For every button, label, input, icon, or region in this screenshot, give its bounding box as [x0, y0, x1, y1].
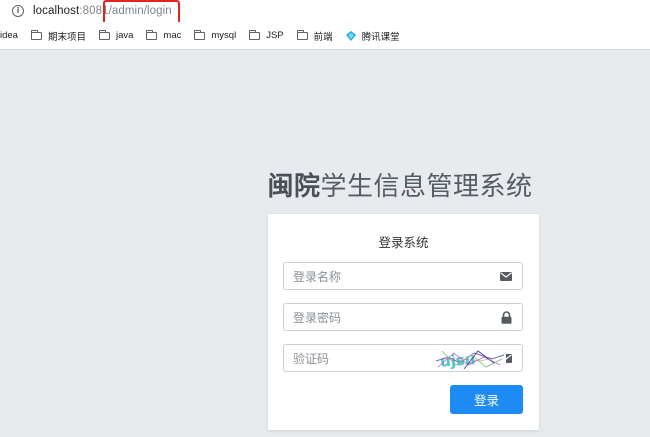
bookmark-label: 前端 — [313, 31, 333, 43]
bookmark-label: 腾讯课堂 — [361, 31, 400, 43]
bookmark-label: mysql — [211, 30, 237, 41]
login-panel: 登录系统 登录名称 登录密码 验证码 ujsu 登录 — [268, 214, 539, 430]
bookmark-folder-frontend[interactable]: 前端 — [296, 29, 333, 43]
bookmark-folder-mysql[interactable]: mysql — [194, 29, 237, 41]
folder-icon — [296, 29, 308, 40]
login-button[interactable]: 登录 — [450, 385, 523, 414]
panel-title: 登录系统 — [378, 236, 429, 250]
folder-icon — [146, 29, 158, 40]
password-field[interactable]: 登录密码 — [283, 303, 523, 331]
password-placeholder: 登录密码 — [293, 310, 342, 325]
bookmark-tencent-classroom[interactable]: 腾讯课堂 — [345, 29, 400, 43]
bookmarks-bar: idea 期末项目 java mac mysql JSP 前端 腾讯课堂 — [0, 22, 650, 50]
envelope-icon — [499, 269, 513, 283]
system-title-rest: 学生信息管理系统 — [320, 171, 533, 201]
tencent-classroom-icon — [345, 30, 356, 41]
bookmark-folder-java[interactable]: java — [98, 29, 134, 41]
address-bar[interactable]: i localhost:8081/admin/login — [0, 0, 650, 22]
bookmark-label: idea — [0, 30, 18, 41]
bookmark-folder-jsp[interactable]: JSP — [249, 29, 284, 41]
username-field[interactable]: 登录名称 — [283, 262, 523, 290]
bookmark-idea[interactable]: idea — [0, 30, 18, 41]
system-title-strong: 闽院 — [267, 171, 321, 201]
captcha-image[interactable]: ujsu — [434, 347, 506, 371]
bookmark-folder-project[interactable]: 期末项目 — [30, 29, 86, 43]
system-title: 闽院学生信息管理系统 — [0, 166, 650, 203]
bookmark-label: JSP — [266, 30, 284, 41]
captcha-field[interactable]: 验证码 ujsu — [283, 344, 523, 372]
folder-icon — [249, 29, 261, 40]
folder-icon — [194, 29, 206, 40]
info-icon[interactable]: i — [12, 5, 24, 17]
bookmark-folder-mac[interactable]: mac — [146, 29, 182, 41]
url-host: localhost — [33, 5, 80, 17]
lock-icon — [499, 310, 513, 324]
bookmark-label: mac — [163, 30, 182, 41]
folder-icon — [30, 29, 42, 40]
bookmark-label: 期末项目 — [47, 31, 86, 43]
username-placeholder: 登录名称 — [293, 269, 342, 284]
bookmark-label: java — [115, 30, 134, 41]
folder-icon — [98, 29, 110, 40]
